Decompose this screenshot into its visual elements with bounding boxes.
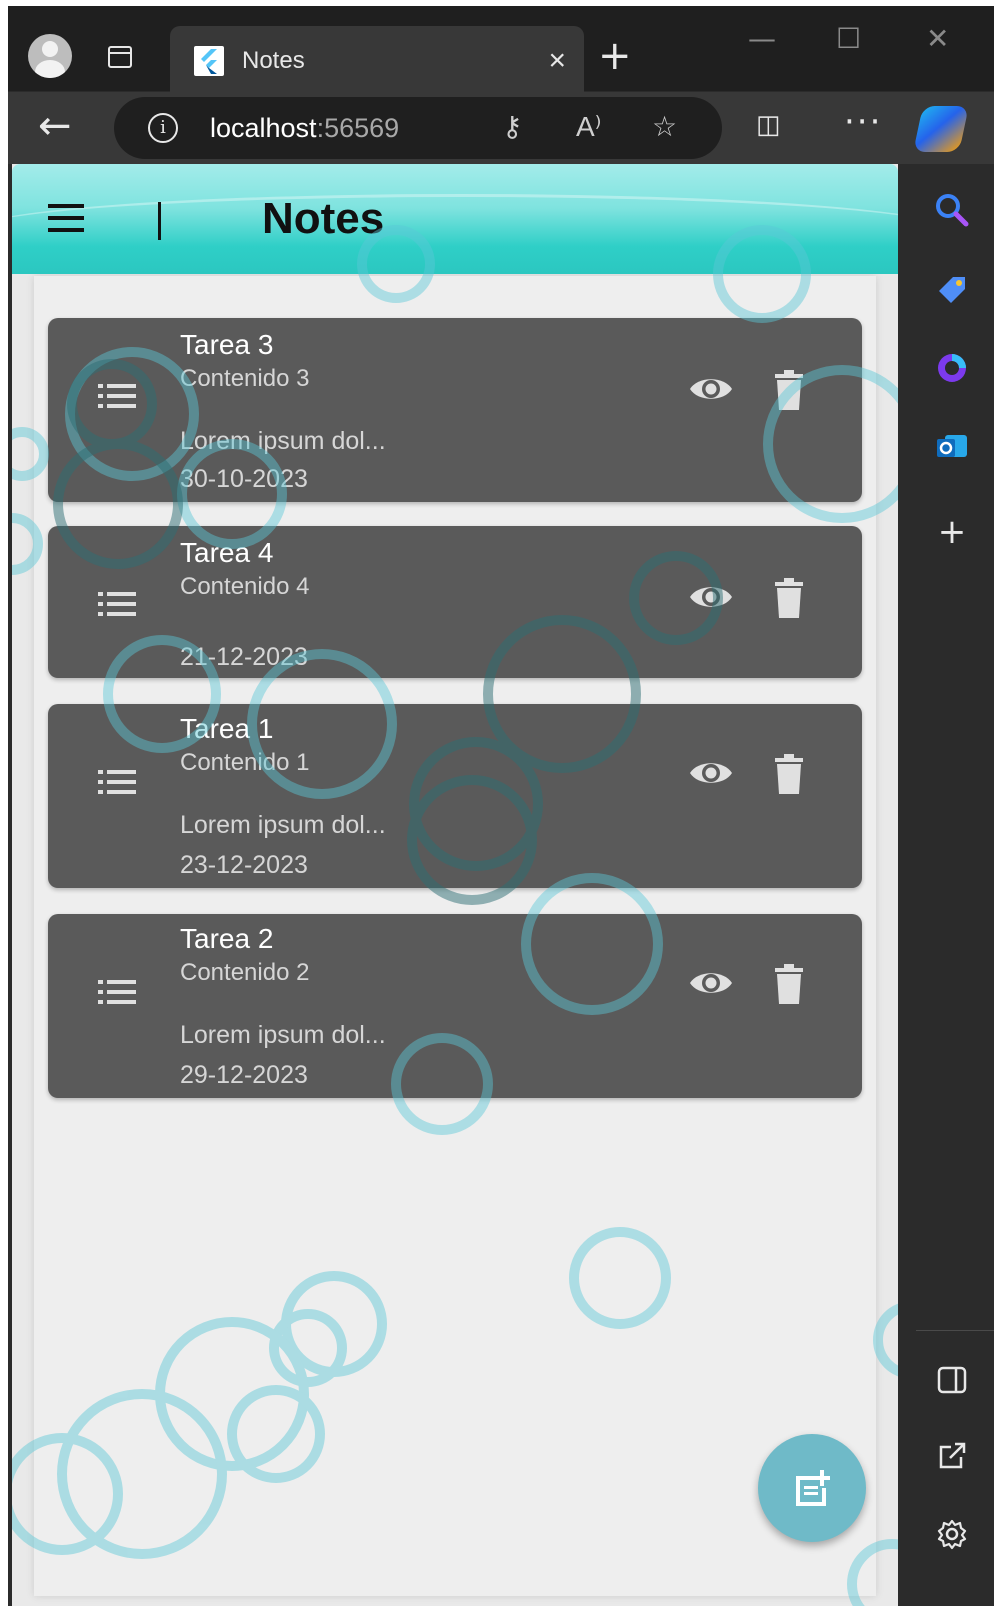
tab-actions-icon[interactable] xyxy=(108,46,132,68)
tab-notes[interactable]: Notes × xyxy=(170,26,584,92)
sidebar-divider xyxy=(916,1330,994,1331)
note-date: 21-12-2023 xyxy=(180,643,308,671)
address-bar[interactable]: i localhost:56569 ⚷ A⁾ ☆ xyxy=(114,97,722,159)
tab-title: Notes xyxy=(242,47,305,74)
note-content: Contenido 3 xyxy=(180,365,310,392)
view-eye-icon[interactable] xyxy=(688,750,734,796)
profile-avatar[interactable] xyxy=(28,34,72,78)
note-title: Tarea 4 xyxy=(180,537,274,568)
note-content: Contenido 4 xyxy=(180,573,310,600)
add-note-icon xyxy=(796,1470,830,1506)
note-date: 23-12-2023 xyxy=(180,851,308,879)
settings-gear-icon[interactable] xyxy=(932,1514,972,1554)
search-icon[interactable] xyxy=(932,190,972,230)
url-text[interactable]: localhost:56569 xyxy=(210,111,399,145)
more-options-icon[interactable]: ··· xyxy=(844,102,882,142)
note-card[interactable]: Tarea 4 Contenido 4 21-12-2023 xyxy=(48,526,862,678)
url-port: :56569 xyxy=(316,113,400,143)
outlook-icon[interactable] xyxy=(932,426,972,466)
list-icon xyxy=(98,384,136,412)
page-title: Notes xyxy=(262,194,385,243)
list-icon xyxy=(98,980,136,1008)
delete-trash-icon[interactable] xyxy=(774,370,804,410)
back-button[interactable]: ← xyxy=(38,104,72,148)
app-bar: Notes xyxy=(12,164,898,274)
flutter-favicon-icon xyxy=(194,46,224,76)
new-tab-button[interactable]: + xyxy=(598,34,632,78)
note-title: Tarea 2 xyxy=(180,923,274,954)
split-screen-icon[interactable]: ◫ xyxy=(756,110,781,140)
notes-app: Notes Tarea 3 Contenido 3 Lorem ipsum do… xyxy=(12,164,898,1606)
view-eye-icon[interactable] xyxy=(688,574,734,620)
text-cursor xyxy=(158,202,161,240)
delete-trash-icon[interactable] xyxy=(774,754,804,794)
note-title: Tarea 3 xyxy=(180,329,274,360)
note-content: Contenido 2 xyxy=(180,959,310,986)
menu-icon[interactable] xyxy=(48,204,84,234)
note-body: Lorem ipsum dol... xyxy=(180,1021,386,1049)
minimize-icon[interactable]: — xyxy=(748,22,776,56)
close-window-icon[interactable]: ✕ xyxy=(926,22,949,56)
address-row: ← i localhost:56569 ⚷ A⁾ ☆ ◫ ··· xyxy=(8,92,994,164)
maximize-icon[interactable]: ☐ xyxy=(836,22,861,56)
add-note-button[interactable] xyxy=(758,1434,866,1542)
note-body: Lorem ipsum dol... xyxy=(180,427,386,455)
note-date: 30-10-2023 xyxy=(180,465,308,493)
tab-close-icon[interactable]: × xyxy=(548,44,566,78)
list-icon xyxy=(98,770,136,798)
copilot-sidebar-icon[interactable] xyxy=(932,348,972,388)
add-sidebar-app-icon[interactable]: + xyxy=(932,512,972,552)
favorite-star-icon[interactable]: ☆ xyxy=(652,109,677,145)
shopping-tag-icon[interactable] xyxy=(932,270,972,310)
note-content: Contenido 1 xyxy=(180,749,310,776)
copilot-icon[interactable] xyxy=(913,106,969,152)
view-eye-icon[interactable] xyxy=(688,366,734,412)
read-aloud-icon[interactable]: A⁾ xyxy=(576,109,602,145)
note-card[interactable]: Tarea 3 Contenido 3 Lorem ipsum dol... 3… xyxy=(48,318,862,502)
url-host: localhost xyxy=(210,113,317,143)
list-icon xyxy=(98,592,136,620)
note-card[interactable]: Tarea 1 Contenido 1 Lorem ipsum dol... 2… xyxy=(48,704,862,888)
tab-bar: Notes × + — ☐ ✕ xyxy=(8,6,994,92)
view-eye-icon[interactable] xyxy=(688,960,734,1006)
key-icon[interactable]: ⚷ xyxy=(502,109,523,145)
note-date: 29-12-2023 xyxy=(180,1061,308,1089)
browser-window: Notes × + — ☐ ✕ ← i localhost:56569 ⚷ A⁾… xyxy=(8,6,994,1606)
delete-trash-icon[interactable] xyxy=(774,578,804,618)
site-info-icon[interactable]: i xyxy=(148,113,178,143)
note-card[interactable]: Tarea 2 Contenido 2 Lorem ipsum dol... 2… xyxy=(48,914,862,1098)
edge-sidebar: + xyxy=(916,164,994,1606)
note-title: Tarea 1 xyxy=(180,713,274,744)
delete-trash-icon[interactable] xyxy=(774,964,804,1004)
note-body: Lorem ipsum dol... xyxy=(180,811,386,839)
open-external-icon[interactable] xyxy=(932,1436,972,1476)
hide-sidebar-icon[interactable] xyxy=(932,1360,972,1400)
